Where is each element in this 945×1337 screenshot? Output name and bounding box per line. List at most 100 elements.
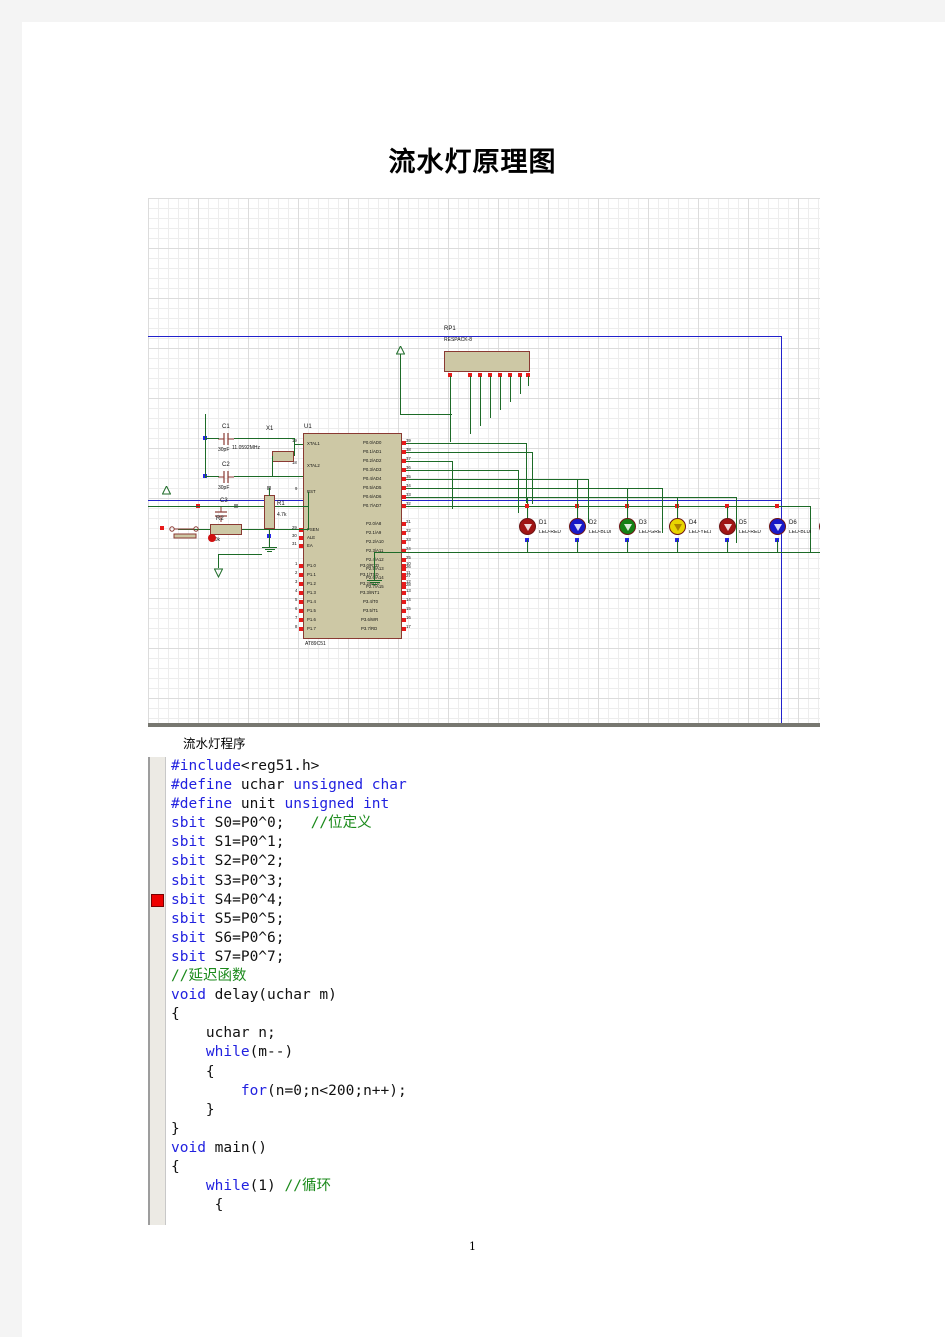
code-line[interactable]: { xyxy=(171,1063,820,1082)
code-line[interactable]: #include<reg51.h> xyxy=(171,757,820,776)
mcu-left-pin xyxy=(299,536,303,540)
mcu-pinnum-11: 11 xyxy=(406,570,411,575)
code-line[interactable]: } xyxy=(171,1101,820,1120)
led-ref-d6: D6 xyxy=(789,520,797,526)
mcu-right-pin xyxy=(402,627,406,631)
code-text: unit xyxy=(232,796,285,813)
code-keyword: unsigned int xyxy=(284,796,390,813)
psen-ground-wire xyxy=(218,554,219,568)
mcu-pinnum-2: 2 xyxy=(295,570,298,575)
led-wire xyxy=(526,443,527,503)
r1-ref-label: R1 xyxy=(277,501,285,507)
reset-wire xyxy=(308,492,309,530)
code-line[interactable]: sbit S5=P0^5; xyxy=(171,910,820,929)
mcu-pin-p12: P1.2 xyxy=(307,581,316,586)
code-line[interactable]: sbit S6=P0^6; xyxy=(171,929,820,948)
code-line[interactable]: sbit S4=P0^4; xyxy=(171,891,820,910)
mcu-left-pin xyxy=(299,573,303,577)
x1-wire xyxy=(254,438,294,439)
code-keyword: #define xyxy=(171,777,233,794)
code-keyword: sbit xyxy=(171,929,206,946)
c1-value-label: 30pF xyxy=(218,447,230,453)
led-anode-pin xyxy=(775,504,779,508)
mcu-pinnum-13: 13 xyxy=(406,588,411,593)
mcu-pin-xtal1: XTAL1 xyxy=(307,441,320,446)
code-line[interactable]: } xyxy=(171,1120,820,1139)
code-line[interactable]: { xyxy=(171,1005,820,1024)
code-editor[interactable]: #include<reg51.h> #define uchar unsigned … xyxy=(148,757,820,1225)
code-line[interactable]: sbit S2=P0^2; xyxy=(171,852,820,871)
mcu-right-pin xyxy=(402,522,406,526)
code-line[interactable]: for(n=0;n<200;n++); xyxy=(171,1082,820,1101)
code-line[interactable]: //延迟函数 xyxy=(171,967,820,986)
code-line[interactable]: sbit S3=P0^3; xyxy=(171,872,820,891)
mcu-pinnum-4: 4 xyxy=(295,588,298,593)
ground-symbol-r1 xyxy=(262,547,277,553)
p0-wire xyxy=(588,479,589,523)
code-text: S0=P0^0; xyxy=(205,815,311,832)
code-line[interactable]: #define unit unsigned int xyxy=(171,795,820,814)
code-content[interactable]: #include<reg51.h> #define uchar unsigned … xyxy=(166,757,820,1225)
vcc-wire xyxy=(400,414,452,415)
code-line[interactable]: void delay(uchar m) xyxy=(171,986,820,1005)
p0-wire xyxy=(406,452,532,453)
code-text: { xyxy=(171,1063,215,1080)
mcu-pin-p06: P0.6/AD6 xyxy=(363,494,382,499)
mcu-pinnum-15: 15 xyxy=(406,606,411,611)
code-text: } xyxy=(171,1120,180,1137)
p0-wire xyxy=(406,506,810,507)
led-triangle-icon xyxy=(524,524,532,531)
code-text: S7=P0^7; xyxy=(205,948,285,965)
code-line[interactable]: uchar n; xyxy=(171,1024,820,1043)
mcu-part-label: AT89C51 xyxy=(305,641,326,647)
code-line[interactable]: while(1) //循环 xyxy=(171,1177,820,1196)
mcu-pin-p05: P0.5/AD5 xyxy=(363,485,382,490)
code-gutter[interactable] xyxy=(148,757,166,1225)
code-line[interactable]: sbit S1=P0^1; xyxy=(171,833,820,852)
c2-ref-label: C2 xyxy=(222,462,230,468)
page-number: 1 xyxy=(469,1240,476,1253)
r2-wire xyxy=(242,529,308,530)
code-keyword: for xyxy=(240,1082,268,1099)
mcu-pinnum-7: 7 xyxy=(295,615,298,620)
code-line[interactable]: sbit S0=P0^0; //位定义 xyxy=(171,814,820,833)
code-line[interactable]: #define uchar unsigned char xyxy=(171,776,820,795)
led-triangle-icon xyxy=(624,524,632,531)
mcu-pin-p01: P0.1/AD1 xyxy=(363,449,382,454)
respack-wire xyxy=(528,376,529,386)
code-line[interactable]: { xyxy=(171,1196,820,1215)
code-line[interactable]: while(m--) xyxy=(171,1043,820,1062)
mcu-pin-p16: P1.6 xyxy=(307,617,316,622)
code-text: uchar xyxy=(232,777,294,794)
p0-wire xyxy=(736,497,737,543)
mcu-left-pin xyxy=(299,591,303,595)
mcu-pin-ea: EA xyxy=(307,543,313,548)
code-line[interactable]: { xyxy=(171,1158,820,1177)
mcu-left-pin xyxy=(299,564,303,568)
led-part-d5: LED-RED xyxy=(739,530,761,535)
code-line[interactable]: sbit S7=P0^7; xyxy=(171,948,820,967)
mcu-pinnum-21: 21 xyxy=(406,519,411,524)
mcu-pin-p13: P1.3 xyxy=(307,590,316,595)
mcu-pinnum-1: 1 xyxy=(295,561,298,566)
mcu-pin-p02: P0.2/AD2 xyxy=(363,458,382,463)
code-keyword: sbit xyxy=(171,853,206,870)
mcu-ref-label: U1 xyxy=(304,424,312,430)
r1-value-label: 4.7k xyxy=(277,512,287,518)
code-keyword: #include xyxy=(171,758,241,774)
respack-ref-label: RP1 xyxy=(444,326,456,332)
breakpoint-marker-icon[interactable] xyxy=(151,893,164,907)
x1-wire xyxy=(294,438,295,456)
page-title: 流水灯原理图 xyxy=(388,147,557,178)
x1-value-label: 11.0592MHz xyxy=(232,445,260,451)
respack-wire xyxy=(500,376,501,410)
code-line[interactable]: void main() xyxy=(171,1139,820,1158)
r1-body xyxy=(264,495,275,529)
r1-wire xyxy=(269,529,270,547)
led-part-d3: LED-GREEN xyxy=(639,530,661,535)
mcu-pinnum-3: 3 xyxy=(295,579,298,584)
mcu-right-pin xyxy=(402,531,406,535)
code-keyword: sbit xyxy=(171,948,206,965)
